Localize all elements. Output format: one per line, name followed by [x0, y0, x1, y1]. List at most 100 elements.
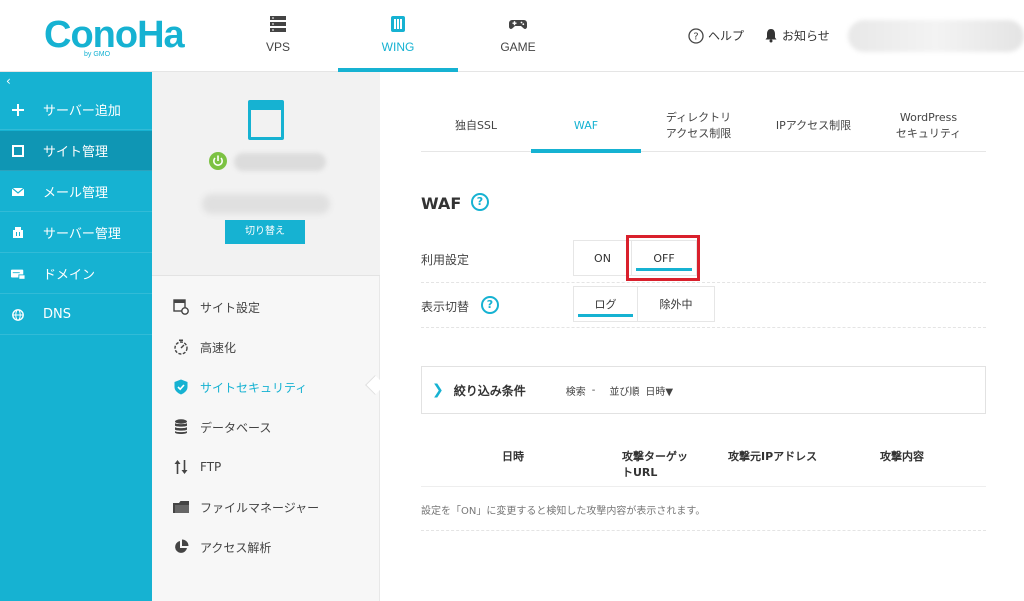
switch-site-button[interactable]: 切り替え [225, 220, 305, 244]
menu-access-analytics[interactable]: アクセス解析 [172, 535, 271, 559]
transfer-icon [172, 458, 190, 476]
search-label: 検索 [565, 386, 586, 398]
display-log-button[interactable]: ログ [574, 287, 638, 321]
menu-item-label: アクセス解析 [200, 540, 272, 555]
power-icon [209, 152, 227, 170]
menu-file-manager[interactable]: ファイルマネージャー [172, 495, 319, 519]
tab-ip-access[interactable]: IPアクセス制限 [756, 100, 871, 152]
sidebar-item-server-management[interactable]: サーバー管理 [0, 213, 152, 253]
sidebar-item-dns[interactable]: DNS [0, 295, 152, 335]
site-settings-icon [172, 298, 190, 316]
tab-wing[interactable]: WING [338, 0, 458, 72]
tab-game[interactable]: GAME [458, 0, 578, 72]
display-toggle: ログ 除外中 [573, 286, 715, 322]
sidebar-item-label: サーバー管理 [43, 227, 121, 242]
help-icon[interactable]: ? [471, 193, 489, 211]
menu-database[interactable]: データベース [172, 415, 271, 439]
menu-item-label: FTP [200, 460, 222, 474]
globe-icon [11, 308, 25, 322]
main-content: 独自SSL WAF ディレクトリ アクセス制限 IPアクセス制限 WordPre… [381, 72, 1024, 601]
site-panel: 切り替え サイト設定 高速化 サイトセキュリティ データベース FTP ファイル… [152, 72, 380, 601]
display-excluded-button[interactable]: 除外中 [638, 287, 714, 321]
tab-waf[interactable]: WAF [531, 100, 641, 153]
divider [421, 282, 986, 283]
menu-ftp[interactable]: FTP [172, 455, 221, 479]
shield-icon [172, 378, 190, 396]
divider [421, 327, 986, 328]
site-domain-blurred [202, 194, 330, 214]
tab-game-label: GAME [500, 40, 536, 54]
tab-vps[interactable]: VPS [218, 0, 338, 72]
column-header-source-ip: 攻撃元IPアドレス [728, 450, 818, 463]
help-icon[interactable]: ? [481, 296, 499, 314]
usage-on-button[interactable]: ON [574, 241, 632, 275]
menu-item-label: ファイルマネージャー [200, 500, 320, 515]
sidebar-item-label: ドメイン [43, 268, 96, 283]
left-sidebar: ‹ サーバー追加 サイト管理 メール管理 サーバー管理 ドメイン DNS [0, 72, 152, 601]
gamepad-icon [509, 20, 527, 29]
notice-link[interactable]: お知らせ [764, 27, 830, 44]
sidebar-item-domain[interactable]: ドメイン [0, 254, 152, 294]
sort-value[interactable]: 日時▼ [645, 383, 673, 398]
highlight-box [626, 235, 700, 281]
sidebar-item-label: サーバー追加 [43, 104, 121, 119]
search-value: - [591, 384, 596, 396]
menu-site-security[interactable]: サイトセキュリティ [172, 375, 307, 399]
sidebar-item-add-server[interactable]: サーバー追加 [0, 90, 152, 130]
menu-item-label: サイト設定 [200, 300, 261, 315]
sidebar-collapse-icon[interactable]: ‹ [6, 74, 11, 88]
menu-item-label: 高速化 [200, 340, 237, 355]
server-icon [11, 226, 25, 240]
domain-icon [11, 267, 25, 281]
sidebar-item-site-management[interactable]: サイト管理 [0, 131, 152, 171]
plus-icon [11, 103, 25, 117]
usage-setting-label: 利用設定 [421, 253, 470, 267]
top-header: ConoHa by GMO VPS WING GAME ? ヘルプ お知らせ [0, 0, 1024, 72]
help-icon: ? [688, 27, 704, 44]
tab-wordpress-security[interactable]: WordPress セキュリティ [871, 100, 986, 152]
site-name-blurred [234, 153, 326, 171]
help-link[interactable]: ? ヘルプ [688, 27, 744, 44]
menu-site-settings[interactable]: サイト設定 [172, 295, 260, 319]
filter-panel[interactable]: ❯ 絞り込み条件 検索 - 並び順 日時▼ [421, 366, 986, 414]
tab-ssl[interactable]: 独自SSL [421, 100, 531, 152]
site-window-icon [248, 100, 284, 140]
sidebar-item-label: メール管理 [43, 186, 109, 201]
bell-icon [765, 29, 777, 43]
speed-icon [172, 338, 190, 356]
mail-icon [11, 185, 25, 199]
site-summary: 切り替え [152, 72, 380, 276]
sort-label: 並び順 [609, 386, 640, 398]
pie-chart-icon [172, 538, 190, 556]
database-icon [172, 418, 190, 436]
conoha-logo[interactable]: ConoHa by GMO [44, 14, 185, 60]
sidebar-item-mail-management[interactable]: メール管理 [0, 172, 152, 212]
empty-state-message: 設定を「ON」に変更すると検知した攻撃内容が表示されます。 [421, 506, 706, 517]
user-account-blurred[interactable] [848, 20, 1024, 52]
filter-title: 絞り込み条件 [453, 383, 526, 398]
server-icon [270, 16, 286, 32]
menu-item-label: サイトセキュリティ [200, 380, 308, 395]
sidebar-item-label: DNS [43, 307, 71, 322]
column-header-datetime: 日時 [502, 450, 524, 463]
notice-label: お知らせ [782, 29, 830, 43]
menu-speed-up[interactable]: 高速化 [172, 335, 236, 359]
window-icon [11, 144, 25, 158]
help-label: ヘルプ [708, 29, 745, 43]
chevron-right-icon: ❯ [432, 382, 444, 398]
column-header-target-url: 攻撃ターゲッ トURL [622, 450, 688, 479]
folder-icon [172, 498, 190, 516]
wing-icon [391, 16, 405, 32]
sidebar-item-label: サイト管理 [43, 145, 109, 160]
divider [421, 486, 986, 487]
security-tabs: 独自SSL WAF ディレクトリ アクセス制限 IPアクセス制限 WordPre… [421, 100, 986, 153]
tab-vps-label: VPS [265, 40, 290, 54]
divider [421, 530, 986, 531]
menu-item-label: データベース [200, 420, 272, 435]
tab-directory-access[interactable]: ディレクトリ アクセス制限 [641, 100, 756, 152]
column-header-content: 攻撃内容 [880, 450, 924, 463]
svg-text:?: ? [693, 31, 698, 42]
page-title: WAF [421, 194, 462, 213]
tab-wing-label: WING [381, 40, 415, 54]
display-switch-label: 表示切替 [421, 300, 470, 314]
